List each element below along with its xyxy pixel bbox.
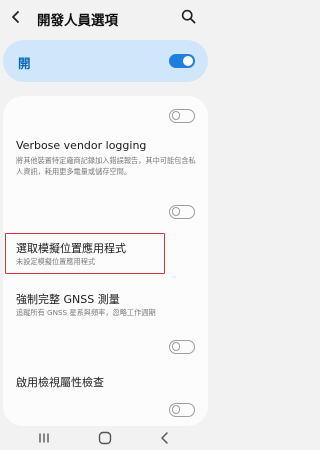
chevron-left-icon[interactable] <box>9 10 23 24</box>
toggle-knob <box>182 55 193 66</box>
list-item-verbose-vendor-logging[interactable]: Verbose vendor logging 將其他裝置特定廠商記錄加入錯誤報告… <box>3 134 208 224</box>
recent-apps-icon[interactable] <box>36 430 52 446</box>
toggle-knob <box>171 405 181 414</box>
toggle-switch[interactable] <box>169 403 195 417</box>
master-toggle[interactable] <box>169 54 195 68</box>
item-subtitle: 將其他裝置特定廠商記錄加入錯誤報告，其中可能包含私人資訊，耗用更多電量或儲存空間… <box>16 156 196 176</box>
toggle-switch[interactable] <box>169 205 195 219</box>
toggle-knob <box>171 111 181 120</box>
home-icon[interactable] <box>97 430 113 446</box>
highlight-box <box>5 233 165 274</box>
toggle-knob <box>171 342 181 351</box>
item-title: Verbose vendor logging <box>16 139 147 152</box>
back-icon[interactable] <box>157 430 173 446</box>
item-title: 強制完整 GNSS 測量 <box>16 293 120 306</box>
navigation-bar <box>0 426 211 450</box>
item-title: 啟用檢視屬性檢查 <box>16 376 104 389</box>
toggle-switch[interactable] <box>169 340 195 354</box>
app-header: 開發人員選項 <box>0 0 211 34</box>
toggle-switch[interactable] <box>169 109 195 123</box>
list-item-gnss-measurement[interactable]: 強制完整 GNSS 測量 追蹤所有 GNSS 星系與頻率，忽略工作週期 <box>3 286 208 356</box>
search-icon[interactable] <box>181 9 196 24</box>
list-item[interactable] <box>3 96 208 126</box>
master-switch-row[interactable]: 開 <box>3 40 208 82</box>
item-subtitle: 追蹤所有 GNSS 星系與頻率，忽略工作週期 <box>16 308 156 317</box>
page-title: 開發人員選項 <box>37 13 118 29</box>
list-item-view-attribute-inspection[interactable]: 啟用檢視屬性檢查 <box>3 366 208 426</box>
toggle-knob <box>171 207 181 216</box>
master-switch-label: 開 <box>18 56 31 71</box>
